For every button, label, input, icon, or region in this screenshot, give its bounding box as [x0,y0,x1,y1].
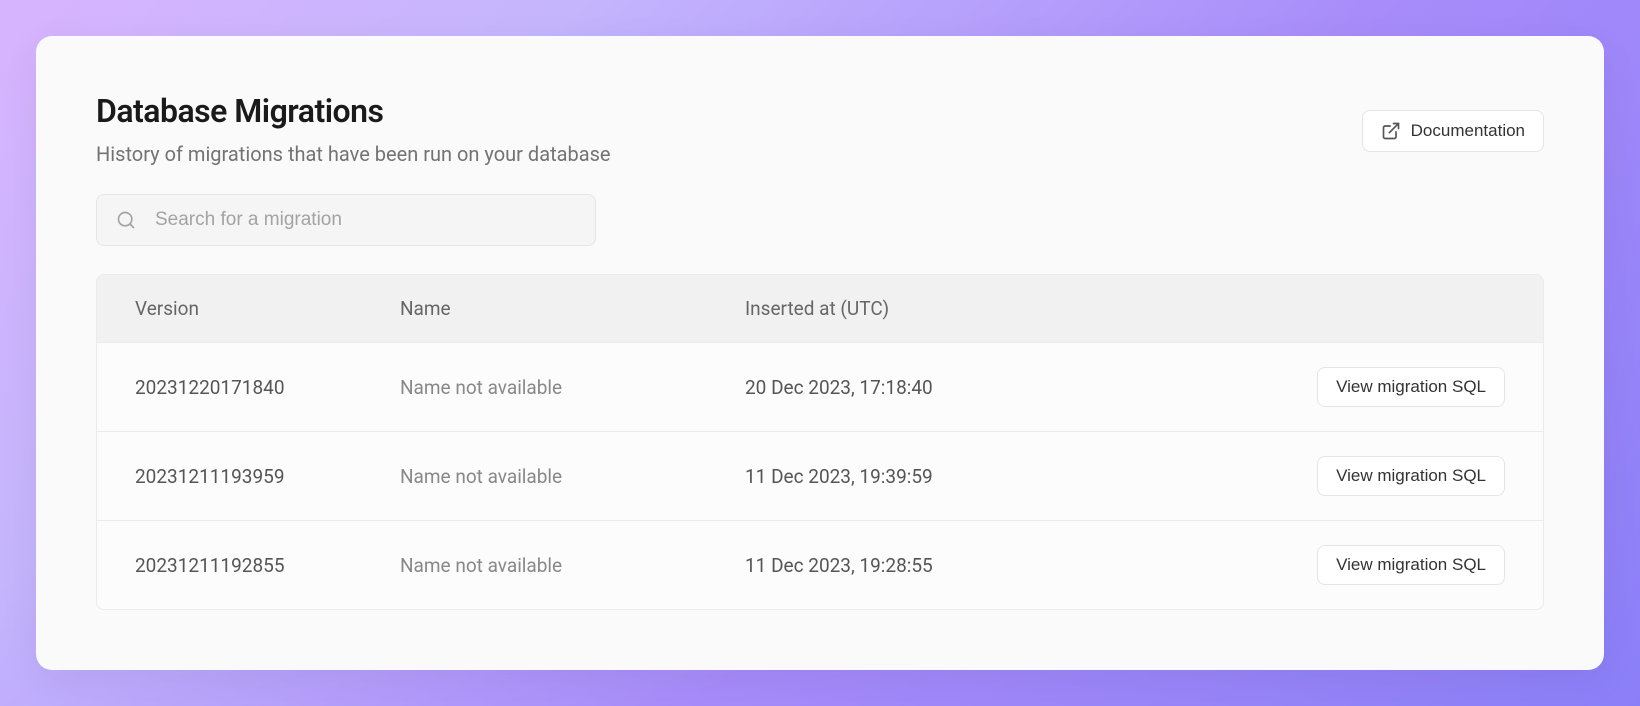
documentation-label: Documentation [1411,121,1525,141]
cell-inserted-at: 11 Dec 2023, 19:39:59 [745,465,1295,488]
cell-name: Name not available [400,554,745,577]
migrations-card: Database Migrations History of migration… [36,36,1604,670]
view-migration-sql-button[interactable]: View migration SQL [1317,545,1505,585]
col-header-inserted-at: Inserted at (UTC) [745,297,1295,320]
table-row: 20231211192855 Name not available 11 Dec… [97,521,1543,609]
cell-version: 20231220171840 [135,376,400,399]
col-header-version: Version [135,297,400,320]
search-input[interactable] [96,194,596,246]
migrations-table: Version Name Inserted at (UTC) 202312201… [96,274,1544,610]
cell-inserted-at: 11 Dec 2023, 19:28:55 [745,554,1295,577]
view-migration-sql-button[interactable]: View migration SQL [1317,456,1505,496]
header-text: Database Migrations History of migration… [96,92,611,166]
cell-version: 20231211193959 [135,465,400,488]
page-subtitle: History of migrations that have been run… [96,142,611,166]
cell-name: Name not available [400,376,745,399]
cell-version: 20231211192855 [135,554,400,577]
search-container [96,194,596,246]
documentation-button[interactable]: Documentation [1362,110,1544,152]
col-header-action [1295,297,1505,320]
cell-inserted-at: 20 Dec 2023, 17:18:40 [745,376,1295,399]
col-header-name: Name [400,297,745,320]
table-row: 20231220171840 Name not available 20 Dec… [97,343,1543,432]
header: Database Migrations History of migration… [96,92,1544,166]
external-link-icon [1381,121,1401,141]
cell-name: Name not available [400,465,745,488]
view-migration-sql-button[interactable]: View migration SQL [1317,367,1505,407]
table-row: 20231211193959 Name not available 11 Dec… [97,432,1543,521]
page-title: Database Migrations [96,92,611,130]
table-header: Version Name Inserted at (UTC) [97,275,1543,343]
